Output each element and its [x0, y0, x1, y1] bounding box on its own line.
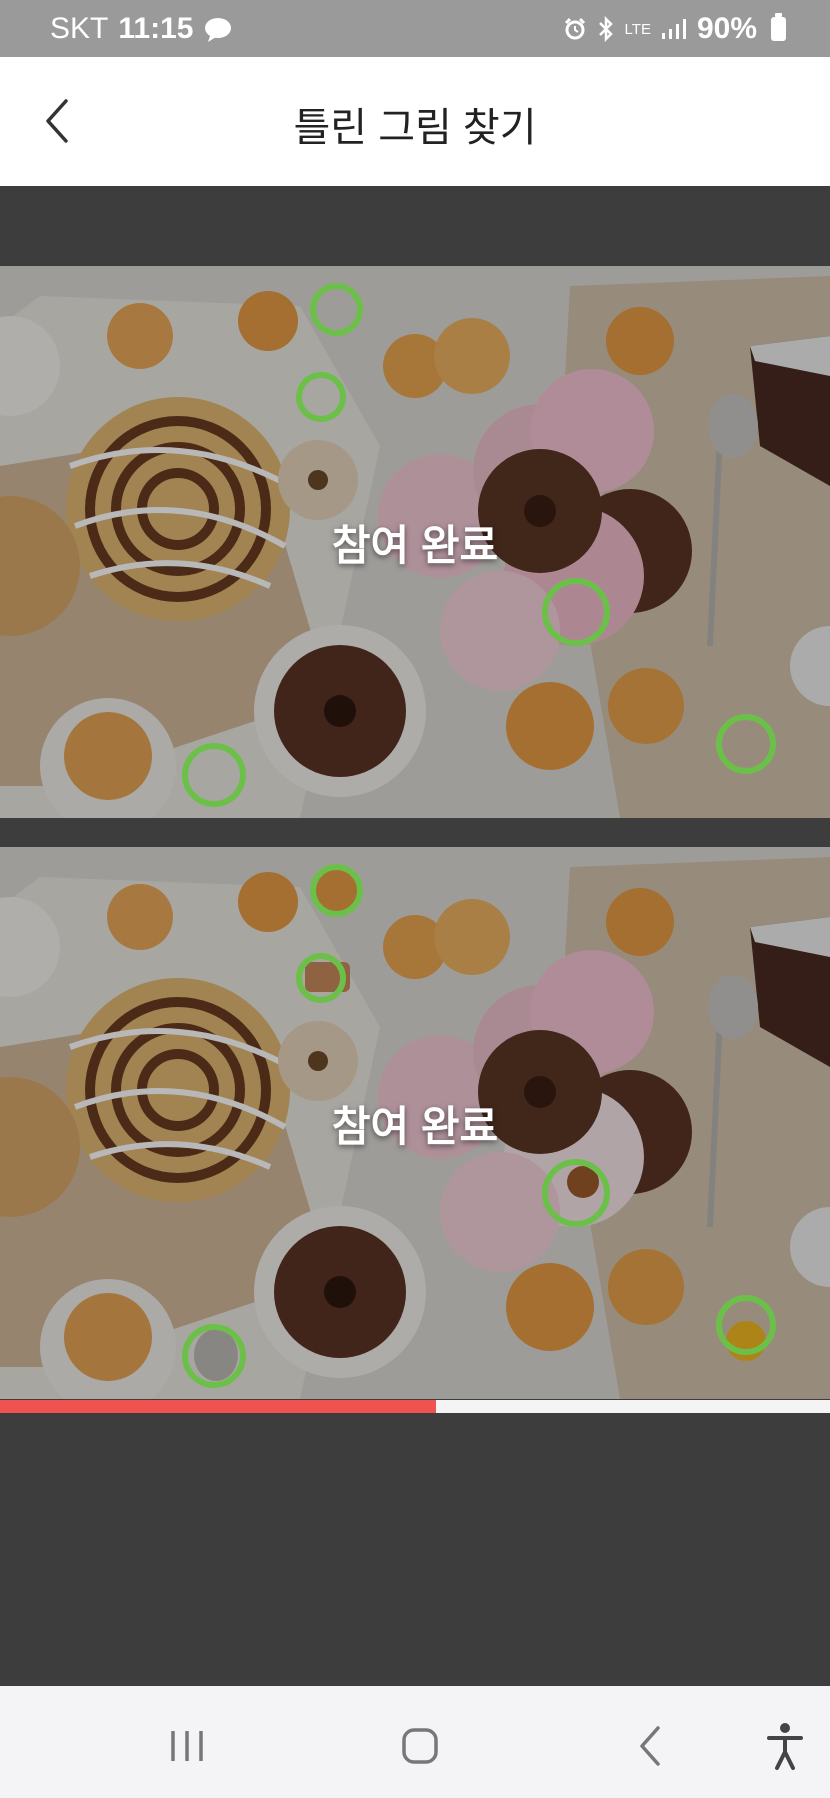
clock: 11:15 [118, 12, 194, 45]
participation-complete-label: 참여 완료 [331, 522, 499, 569]
page-title: 틀린 그림 찾기 [293, 106, 537, 150]
participation-complete-label: 참여 완료 [331, 1103, 499, 1150]
bluetooth-icon [598, 16, 613, 42]
nav-back-button[interactable] [622, 1716, 682, 1776]
status-bar: SKT 11:15 LTE 90% [0, 0, 830, 57]
found-difference-marker [296, 372, 346, 422]
found-difference-marker [310, 864, 363, 917]
battery-percent: 90% [696, 12, 757, 45]
system-nav-bar [0, 1686, 830, 1798]
accessibility-icon [767, 1723, 803, 1770]
found-difference-marker [182, 1324, 246, 1388]
progress-fill [0, 1400, 436, 1413]
signal-icon [661, 19, 686, 39]
battery-icon [771, 13, 786, 41]
found-difference-marker [310, 283, 363, 336]
home-button[interactable] [390, 1716, 450, 1776]
modified-image[interactable]: 참여 완료 [0, 847, 830, 1399]
progress-bar [0, 1400, 830, 1413]
status-right: LTE 90% [563, 12, 786, 46]
found-difference-marker [542, 1159, 610, 1227]
carrier-label: SKT [50, 12, 109, 45]
recents-icon [171, 1731, 203, 1761]
notification-bubble-icon [205, 18, 232, 42]
found-difference-marker [182, 743, 246, 807]
found-difference-marker [716, 714, 776, 774]
recents-button[interactable] [158, 1716, 218, 1776]
found-difference-marker [716, 1295, 776, 1355]
found-difference-marker [542, 578, 610, 646]
back-icon [640, 1726, 660, 1766]
accessibility-button[interactable] [755, 1716, 815, 1776]
app-header: 틀린 그림 찾기 [0, 57, 830, 186]
found-difference-marker [296, 953, 346, 1003]
home-icon [402, 1728, 438, 1764]
alarm-icon [564, 17, 585, 40]
status-left: SKT 11:15 [50, 12, 233, 46]
spot-difference-game: 참여 완료 참여 완료 [0, 186, 830, 1686]
network-type: LTE [624, 20, 651, 38]
original-image[interactable]: 참여 완료 [0, 266, 830, 818]
